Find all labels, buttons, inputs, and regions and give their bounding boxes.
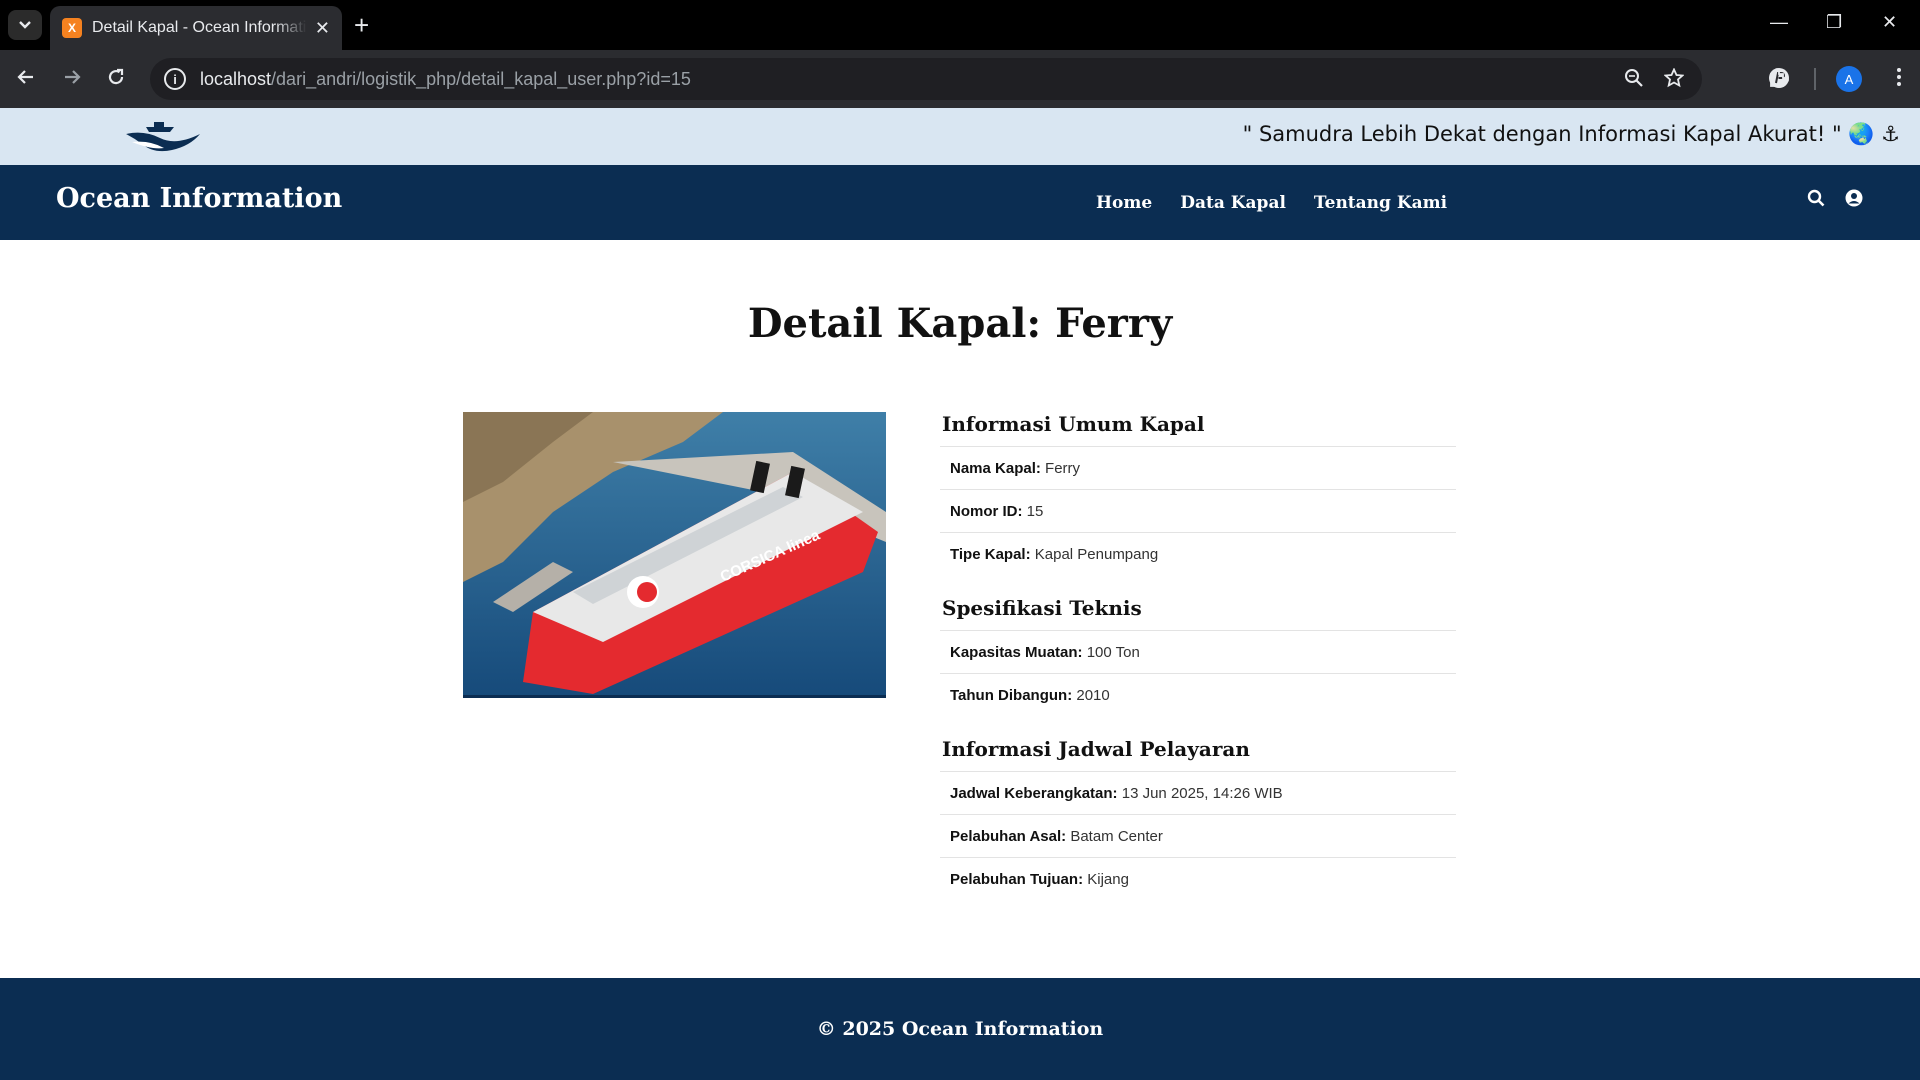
tagline: " Samudra Lebih Dekat dengan Informasi K… (1242, 122, 1900, 146)
extensions-puzzle-icon[interactable] (1768, 67, 1790, 94)
tab-search-button[interactable] (8, 10, 42, 40)
address-bar[interactable]: i localhost/dari_andri/logistik_php/deta… (150, 58, 1702, 100)
brand-title[interactable]: Ocean Information (56, 183, 342, 214)
minimize-icon[interactable]: — (1770, 12, 1788, 33)
detail-row: Pelabuhan Asal: Batam Center (940, 815, 1456, 858)
detail-row: Jadwal Keberangkatan: 13 Jun 2025, 14:26… (940, 772, 1456, 815)
profile-avatar[interactable]: A (1836, 66, 1862, 92)
browser-tab-active[interactable]: X Detail Kapal - Ocean Information ✕ (50, 6, 342, 50)
nav-home[interactable]: Home (1096, 193, 1152, 213)
favicon-icon: X (62, 18, 82, 38)
footer-copyright: © 2025 Ocean Information (816, 1018, 1104, 1040)
page-title: Detail Kapal: Ferry (747, 300, 1173, 347)
detail-row: Nama Kapal: Ferry (940, 447, 1456, 490)
site-footer: © 2025 Ocean Information (0, 978, 1920, 1080)
site-info-icon[interactable]: i (164, 68, 186, 90)
browser-toolbar: i localhost/dari_andri/logistik_php/deta… (0, 50, 1920, 108)
detail-row: Tahun Dibangun: 2010 (950, 687, 1110, 704)
detail-row: Tipe Kapal: Kapal Penumpang (950, 546, 1159, 563)
url-text[interactable]: localhost/dari_andri/logistik_php/detail… (200, 69, 691, 90)
user-icon[interactable] (1845, 189, 1863, 212)
ship-photo: CORSICA linea (463, 412, 886, 698)
search-icon[interactable] (1807, 189, 1825, 212)
tab-close-icon[interactable]: ✕ (315, 18, 330, 39)
nav-tentang-kami[interactable]: Tentang Kami (1314, 193, 1447, 213)
zoom-icon[interactable] (1624, 68, 1644, 94)
main-navbar: Ocean Information Home Data Kapal Tentan… (0, 165, 1920, 240)
tab-title: Detail Kapal - Ocean Information (92, 19, 307, 36)
section-title: Informasi Umum Kapal (940, 412, 1456, 447)
reload-icon[interactable] (106, 67, 126, 91)
detail-row: Kapasitas Muatan: 100 Ton (940, 631, 1456, 674)
section-title: Informasi Jadwal Pelayaran (940, 737, 1456, 772)
section-specs: Spesifikasi Teknis Kapasitas Muatan: 100… (940, 596, 1456, 717)
restore-icon[interactable]: ❐ (1826, 12, 1842, 33)
chevron-down-icon (19, 21, 31, 29)
new-tab-button[interactable]: + (354, 12, 369, 38)
detail-row: Nomor ID: 15 (940, 490, 1456, 533)
section-general: Informasi Umum Kapal Nama Kapal: Ferry N… (940, 412, 1456, 576)
kebab-menu-icon[interactable] (1896, 67, 1902, 92)
back-arrow-icon[interactable] (16, 67, 36, 91)
toolbar-separator (1814, 68, 1816, 90)
detail-row: Pelabuhan Tujuan: Kijang (950, 871, 1129, 888)
ship-logo-icon[interactable] (124, 120, 202, 159)
section-schedule: Informasi Jadwal Pelayaran Jadwal Kebera… (940, 737, 1456, 901)
window-close-icon[interactable]: ✕ (1882, 12, 1897, 33)
forward-arrow-icon[interactable] (62, 67, 82, 91)
ship-details: Informasi Umum Kapal Nama Kapal: Ferry N… (940, 412, 1456, 921)
nav-data-kapal[interactable]: Data Kapal (1180, 193, 1286, 213)
browser-tabbar: X Detail Kapal - Ocean Information ✕ + —… (0, 0, 1920, 50)
section-title: Spesifikasi Teknis (940, 596, 1456, 631)
nav-menu: Home Data Kapal Tentang Kami (1096, 193, 1447, 213)
site-topbar: " Samudra Lebih Dekat dengan Informasi K… (0, 108, 1920, 165)
bookmark-star-icon[interactable] (1663, 67, 1685, 94)
